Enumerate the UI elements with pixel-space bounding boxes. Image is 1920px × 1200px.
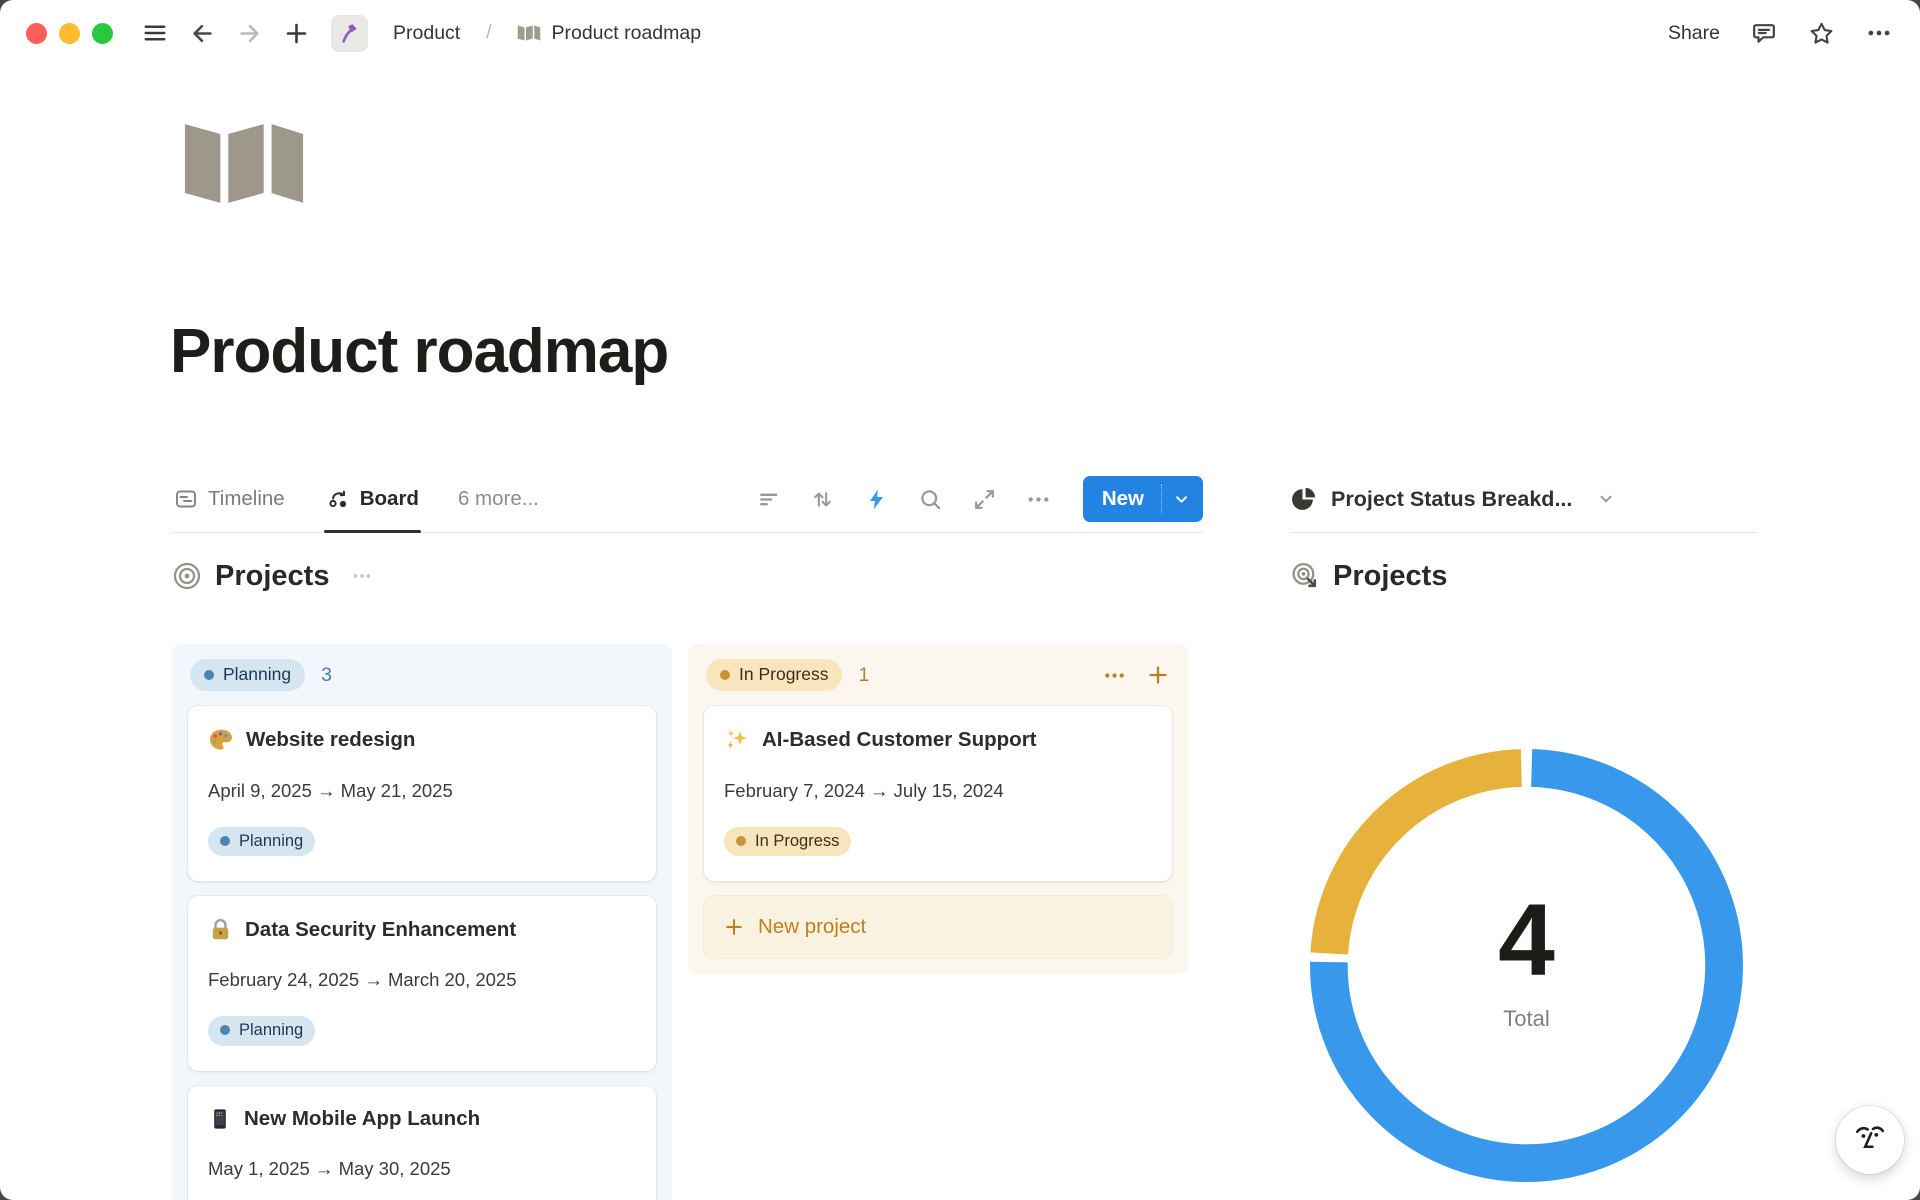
view-more-icon[interactable]	[1026, 487, 1051, 512]
tab-board-label: Board	[360, 487, 419, 511]
breadcrumb-current: Product roadmap	[551, 22, 701, 45]
status-dot	[736, 836, 746, 846]
column-count: 1	[858, 664, 869, 687]
card-date-range: February 24, 2025 → March 20, 2025	[208, 969, 636, 991]
share-button[interactable]: Share	[1668, 22, 1720, 45]
status-dot	[204, 670, 214, 680]
chart-view-selector[interactable]: Project Status Breakd...	[1290, 466, 1757, 533]
breadcrumb-root[interactable]: Product	[393, 22, 460, 45]
breadcrumb-separator: /	[486, 22, 491, 44]
chart-section-title: Projects	[1333, 560, 1447, 593]
card-status-label: Planning	[239, 1019, 303, 1041]
column-more-icon[interactable]	[1103, 664, 1126, 687]
status-dot	[220, 836, 230, 846]
teamspace-hammer-icon[interactable]	[331, 15, 368, 52]
board-icon	[326, 487, 350, 511]
card-status-label: Planning	[239, 830, 303, 852]
page-title[interactable]: Product roadmap	[170, 316, 668, 387]
card-title: Website redesign	[246, 728, 415, 752]
search-icon[interactable]	[918, 487, 943, 512]
forward-icon[interactable]	[233, 17, 265, 49]
new-button-label[interactable]: New	[1083, 487, 1161, 511]
phone-emoji-icon	[208, 1107, 232, 1131]
lock-emoji-icon	[208, 917, 233, 942]
sparkles-emoji-icon	[724, 727, 750, 753]
more-options-icon[interactable]	[1866, 20, 1892, 46]
breadcrumb-current-item[interactable]: Product roadmap	[517, 22, 701, 45]
target-bullseye-icon	[172, 561, 202, 591]
zoom-window-button[interactable]	[92, 23, 113, 44]
tab-board[interactable]: Board	[324, 466, 421, 532]
tab-timeline-label: Timeline	[208, 487, 285, 511]
sort-icon[interactable]	[810, 487, 835, 512]
card-status-tag: Planning	[208, 827, 315, 856]
sidebar-menu-icon[interactable]	[139, 17, 171, 49]
board-column-in-progress: In Progress 1 AI-Based Customer Support	[688, 644, 1188, 974]
new-button-chevron-down-icon[interactable]	[1162, 489, 1203, 510]
project-card-website-redesign[interactable]: Website redesign April 9, 2025 → May 21,…	[188, 706, 656, 881]
timeline-icon	[174, 487, 198, 511]
status-dot	[220, 1025, 230, 1035]
card-status-tag: Planning	[208, 1016, 315, 1045]
card-date-range: February 7, 2024 → July 15, 2024	[724, 780, 1152, 802]
card-title: AI-Based Customer Support	[762, 728, 1037, 752]
card-status-label: In Progress	[755, 830, 839, 852]
column-status-pill-in-progress[interactable]: In Progress	[706, 659, 842, 692]
status-dot	[720, 670, 730, 680]
project-card-mobile-app[interactable]: New Mobile App Launch May 1, 2025 → May …	[188, 1086, 656, 1200]
card-status-tag: In Progress	[724, 827, 851, 856]
project-card-ai-support[interactable]: AI-Based Customer Support February 7, 20…	[704, 706, 1172, 881]
view-bar: Timeline Board 6 more...	[172, 466, 1203, 533]
board-section-title: Projects	[215, 560, 329, 593]
project-status-donut-chart: 4 Total	[1308, 747, 1745, 1184]
linked-target-arrow-icon	[1290, 561, 1321, 592]
card-date-range: May 1, 2025 → May 30, 2025	[208, 1158, 636, 1180]
more-views-button[interactable]: 6 more...	[458, 487, 539, 511]
chart-view-selector-label: Project Status Breakd...	[1331, 487, 1572, 512]
project-card-data-security[interactable]: Data Security Enhancement February 24, 2…	[188, 896, 656, 1070]
new-project-label: New project	[758, 915, 866, 939]
notion-ai-face-button[interactable]	[1836, 1106, 1904, 1174]
column-count: 3	[321, 664, 332, 687]
column-status-label: In Progress	[739, 663, 828, 687]
column-status-pill-planning[interactable]: Planning	[190, 659, 305, 692]
pie-chart-icon	[1290, 486, 1317, 513]
column-status-label: Planning	[223, 663, 291, 687]
page-icon-map[interactable]	[181, 116, 307, 216]
new-project-button[interactable]: New project	[704, 896, 1172, 958]
favorite-star-icon[interactable]	[1808, 20, 1835, 47]
close-window-button[interactable]	[26, 23, 47, 44]
plus-icon	[723, 916, 745, 938]
notion-ai-face-icon	[1852, 1122, 1888, 1158]
traffic-lights	[26, 23, 113, 44]
back-icon[interactable]	[186, 17, 218, 49]
automation-lightning-icon[interactable]	[864, 487, 889, 512]
donut-slice-in-progress[interactable]	[1329, 768, 1521, 954]
board-column-planning: Planning 3 Website redesign April 9, 202…	[172, 644, 672, 1200]
app-window: Product / Product roadmap Share Product …	[0, 0, 1920, 1200]
page-map-icon	[517, 24, 541, 42]
minimize-window-button[interactable]	[59, 23, 80, 44]
comment-icon[interactable]	[1751, 20, 1777, 46]
card-title: Data Security Enhancement	[245, 918, 516, 942]
section-more-icon[interactable]	[351, 565, 373, 587]
new-button[interactable]: New	[1083, 476, 1203, 522]
new-tab-icon[interactable]	[280, 17, 312, 49]
chevron-down-icon	[1595, 488, 1617, 510]
window-titlebar: Product / Product roadmap Share	[0, 0, 1920, 66]
card-date-range: April 9, 2025 → May 21, 2025	[208, 780, 636, 802]
tab-timeline[interactable]: Timeline	[172, 466, 287, 532]
filter-icon[interactable]	[756, 487, 781, 512]
palette-emoji-icon	[208, 727, 234, 753]
card-title: New Mobile App Launch	[244, 1107, 480, 1131]
column-add-icon[interactable]	[1146, 663, 1170, 687]
expand-icon[interactable]	[972, 487, 997, 512]
